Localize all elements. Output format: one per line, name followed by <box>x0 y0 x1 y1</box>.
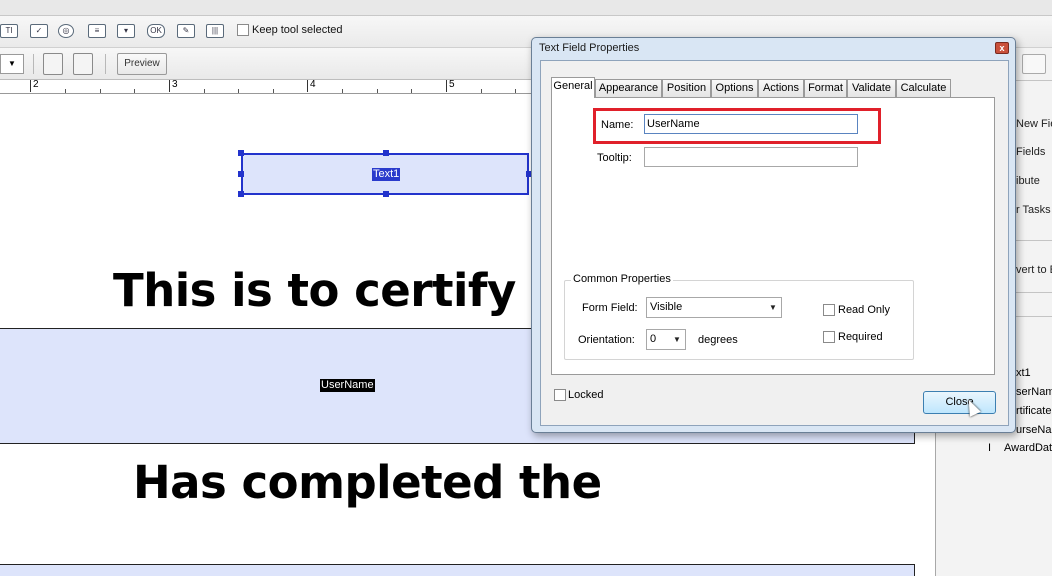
align-fields-icon[interactable] <box>43 53 63 75</box>
text-field-properties-dialog: Text Field Properties x General Appearan… <box>531 37 1016 433</box>
ruler-mark: 2 <box>30 80 39 92</box>
locked-checkbox[interactable] <box>554 389 566 401</box>
resize-handle[interactable] <box>238 191 244 197</box>
checkbox-icon[interactable]: ✓ <box>30 24 48 38</box>
general-tab-panel: Name: UserName Tooltip: Common Propertie… <box>551 97 995 375</box>
other-tasks-task[interactable]: r Tasks <box>1016 204 1051 216</box>
common-properties-title: Common Properties <box>571 273 673 285</box>
tab-validate[interactable]: Validate <box>847 79 896 97</box>
ruler-tick <box>377 89 378 93</box>
panel-button[interactable] <box>1022 54 1046 74</box>
field-list-item[interactable]: serName <box>1016 386 1052 398</box>
ruler-tick <box>238 89 239 93</box>
dialog-body: General Appearance Position Options Acti… <box>540 60 1009 426</box>
tab-format[interactable]: Format <box>804 79 847 97</box>
orientation-select[interactable]: 0 ▼ <box>646 329 686 350</box>
chevron-down-icon: ▼ <box>769 303 777 312</box>
tab-actions[interactable]: Actions <box>758 79 804 97</box>
toolbar-separator <box>33 54 34 74</box>
close-icon[interactable]: x <box>995 42 1009 54</box>
field-list-item[interactable]: xt1 <box>1016 367 1031 379</box>
ruler-tick <box>65 89 66 93</box>
preview-button[interactable]: Preview <box>117 53 167 75</box>
list-box-icon[interactable]: ≡ <box>88 24 106 38</box>
distribute-task[interactable]: ibute <box>1016 175 1040 187</box>
ruler-tick <box>515 89 516 93</box>
button-icon[interactable]: OK <box>147 24 165 38</box>
convert-task[interactable]: vert to E <box>1016 264 1052 276</box>
resize-handle[interactable] <box>238 171 244 177</box>
resize-handle[interactable] <box>383 191 389 197</box>
form-field-select[interactable]: Visible ▼ <box>646 297 782 318</box>
toolbar-separator <box>105 54 106 74</box>
tab-calculate[interactable]: Calculate <box>896 79 951 97</box>
ruler-tick <box>204 89 205 93</box>
resize-handle[interactable] <box>238 150 244 156</box>
tooltip-label: Tooltip: <box>597 152 632 164</box>
tab-appearance[interactable]: Appearance <box>595 79 662 97</box>
field-type-icon: I <box>988 442 992 454</box>
ruler-tick <box>411 89 412 93</box>
required-checkbox[interactable] <box>823 331 835 343</box>
read-only-label: Read Only <box>838 304 890 316</box>
locked-label: Locked <box>568 389 604 401</box>
ruler-mark: 5 <box>446 80 455 92</box>
field-list-item[interactable]: urseNa <box>1016 424 1051 436</box>
ruler-tick <box>100 89 101 93</box>
dropdown-icon[interactable]: ▾ <box>117 24 135 38</box>
ruler-tick <box>273 89 274 93</box>
dialog-title: Text Field Properties <box>539 42 640 54</box>
form-field-label: Form Field: <box>582 302 638 314</box>
zoom-dropdown[interactable]: ▼ <box>0 54 24 74</box>
completed-heading: Has completed the <box>133 456 602 509</box>
new-field-task[interactable]: New Fie <box>1016 118 1052 130</box>
window-top-strip <box>0 0 1052 16</box>
tab-position[interactable]: Position <box>662 79 711 97</box>
field-list-item[interactable]: AwardDat <box>1004 442 1052 454</box>
common-properties-group: Common Properties Form Field: Visible ▼ … <box>564 273 914 360</box>
barcode-icon[interactable]: ||| <box>206 24 224 38</box>
keep-tool-label: Keep tool selected <box>252 24 343 36</box>
name-input[interactable]: UserName <box>644 114 858 134</box>
keep-tool-checkbox[interactable] <box>237 24 249 36</box>
ruler-tick <box>481 89 482 93</box>
radio-button-icon[interactable]: ◎ <box>58 24 74 38</box>
tooltip-input[interactable] <box>644 147 858 167</box>
digital-signature-icon[interactable]: ✎ <box>177 24 195 38</box>
ruler-mark: 4 <box>307 80 316 92</box>
text1-field-label: Text1 <box>372 168 401 181</box>
chevron-down-icon: ▼ <box>673 335 681 344</box>
ruler-mark: 3 <box>169 80 178 92</box>
form-field-value: Visible <box>650 301 683 313</box>
ruler-tick <box>134 89 135 93</box>
field-list-item[interactable]: rtificate <box>1016 405 1051 417</box>
resize-handle[interactable] <box>383 150 389 156</box>
edit-fields-task[interactable]: Fields <box>1016 146 1045 158</box>
username-field-label: UserName <box>320 379 375 392</box>
required-label: Required <box>838 331 883 343</box>
read-only-checkbox[interactable] <box>823 304 835 316</box>
close-button[interactable]: Close <box>923 391 996 414</box>
text1-form-field[interactable]: Text1 <box>238 150 532 197</box>
coursename-form-field[interactable] <box>0 564 915 576</box>
name-label: Name: <box>601 119 634 131</box>
tab-general[interactable]: General <box>551 77 595 98</box>
orientation-label: Orientation: <box>578 334 635 346</box>
center-fields-icon[interactable] <box>73 53 93 75</box>
degrees-label: degrees <box>698 334 738 346</box>
orientation-value: 0 <box>650 333 657 345</box>
ruler-tick <box>342 89 343 93</box>
text-field-icon[interactable]: TI <box>0 24 18 38</box>
tab-options[interactable]: Options <box>711 79 758 97</box>
